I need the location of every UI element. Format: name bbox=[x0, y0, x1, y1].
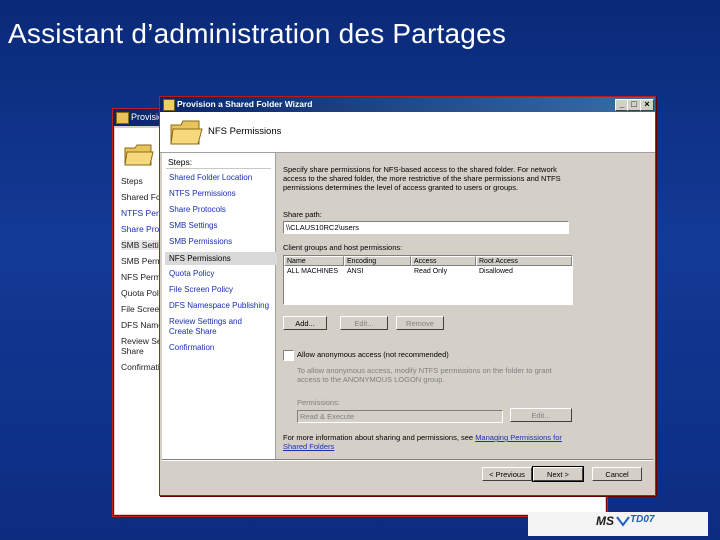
background-step: Share bbox=[121, 346, 144, 356]
steps-divider bbox=[166, 168, 271, 169]
step-ntfs-permissions[interactable]: NTFS Permissions bbox=[165, 189, 277, 199]
more-info-prefix: For more information about sharing and p… bbox=[283, 433, 474, 442]
previous-button[interactable]: < Previous bbox=[482, 467, 532, 481]
step-dfs-namespace-publishing[interactable]: DFS Namespace Publishing bbox=[165, 301, 277, 311]
close-button[interactable]: × bbox=[640, 99, 654, 111]
background-step: SMB Perm bbox=[121, 256, 163, 266]
background-step: Shared Fol bbox=[121, 192, 163, 202]
client-groups-list[interactable]: Name Encoding Access Root Access ALL MAC… bbox=[283, 255, 573, 305]
anonymous-access-note: To allow anonymous access, modify NTFS p… bbox=[297, 366, 552, 384]
anonymous-access-checkbox[interactable] bbox=[283, 350, 294, 361]
logo-ms-text: MS bbox=[596, 514, 614, 528]
step-smb-settings[interactable]: SMB Settings bbox=[165, 221, 277, 231]
remove-button[interactable]: Remove bbox=[396, 316, 444, 330]
background-step: Share Proto bbox=[121, 224, 163, 234]
page-description: Specify share permissions for NFS-based … bbox=[283, 165, 561, 192]
background-step: DFS Names bbox=[121, 320, 163, 330]
background-step: Quota Polic bbox=[121, 288, 163, 298]
wizard-app-icon bbox=[116, 112, 129, 124]
wizard-app-icon bbox=[163, 99, 175, 111]
background-steps-heading: Steps bbox=[121, 176, 143, 186]
share-path-field[interactable]: \\CLAUS10RC2\users bbox=[283, 221, 569, 234]
background-step: NFS Permis bbox=[121, 272, 163, 282]
cancel-button[interactable]: Cancel bbox=[592, 467, 642, 481]
cell-name: ALL MACHINES bbox=[287, 268, 339, 275]
provision-shared-folder-wizard: Provision a Shared Folder Wizard _ □ × N… bbox=[159, 96, 656, 496]
folder-icon bbox=[124, 144, 154, 166]
column-header-name[interactable]: Name bbox=[284, 256, 344, 266]
steps-panel: Steps: Shared Folder Location NTFS Permi… bbox=[162, 153, 277, 459]
share-path-label: Share path: bbox=[283, 210, 322, 219]
window-title: Provision a Shared Folder Wizard bbox=[177, 99, 313, 109]
client-groups-label: Client groups and host permissions: bbox=[283, 243, 403, 252]
permissions-edit-button[interactable]: Edit... bbox=[510, 408, 572, 422]
window-titlebar[interactable]: Provision a Shared Folder Wizard _ □ × bbox=[160, 97, 655, 112]
cell-encoding: ANSI bbox=[347, 268, 364, 275]
step-share-protocols[interactable]: Share Protocols bbox=[165, 205, 277, 215]
column-header-access[interactable]: Access bbox=[411, 256, 476, 266]
permissions-field[interactable]: Read & Execute bbox=[297, 410, 503, 423]
more-info-text: For more information about sharing and p… bbox=[283, 433, 573, 451]
cell-access: Read Only bbox=[414, 268, 448, 275]
step-quota-policy[interactable]: Quota Policy bbox=[165, 269, 277, 279]
permissions-label: Permissions: bbox=[297, 398, 340, 407]
logo-swoosh-icon bbox=[616, 516, 630, 527]
next-button[interactable]: Next > bbox=[532, 466, 584, 482]
maximize-button[interactable]: □ bbox=[627, 99, 641, 111]
slide-title: Assistant d’administration des Partages bbox=[8, 18, 507, 49]
background-step: SMB Setting bbox=[121, 240, 163, 250]
add-button[interactable]: Add... bbox=[283, 316, 327, 330]
anonymous-access-label[interactable]: Allow anonymous access (not recommended) bbox=[297, 350, 449, 359]
content-panel: Specify share permissions for NFS-based … bbox=[277, 153, 653, 459]
edit-button[interactable]: Edit... bbox=[340, 316, 388, 330]
background-step: NTFS Perm bbox=[121, 208, 163, 218]
step-nfs-permissions[interactable]: NFS Permissions bbox=[165, 252, 277, 265]
step-smb-permissions[interactable]: SMB Permissions bbox=[165, 237, 277, 247]
step-shared-folder-location[interactable]: Shared Folder Location bbox=[165, 173, 277, 183]
footer-divider bbox=[162, 459, 653, 460]
steps-heading: Steps: bbox=[168, 157, 193, 167]
background-step: File Screen bbox=[121, 304, 163, 314]
background-step: Confirmatio bbox=[121, 362, 163, 372]
page-title: NFS Permissions bbox=[208, 126, 282, 137]
folder-icon bbox=[170, 120, 203, 145]
wizard-header: NFS Permissions bbox=[160, 112, 655, 153]
column-header-root-access[interactable]: Root Access bbox=[476, 256, 572, 266]
cell-root-access: Disallowed bbox=[479, 268, 513, 275]
column-header-encoding[interactable]: Encoding bbox=[344, 256, 411, 266]
logo-td-text: TD07 bbox=[630, 514, 655, 525]
step-file-screen-policy[interactable]: File Screen Policy bbox=[165, 285, 277, 295]
step-confirmation[interactable]: Confirmation bbox=[165, 343, 277, 353]
background-step: Review Set bbox=[121, 336, 163, 346]
step-review-settings[interactable]: Review Settings and Create Share bbox=[165, 317, 265, 337]
